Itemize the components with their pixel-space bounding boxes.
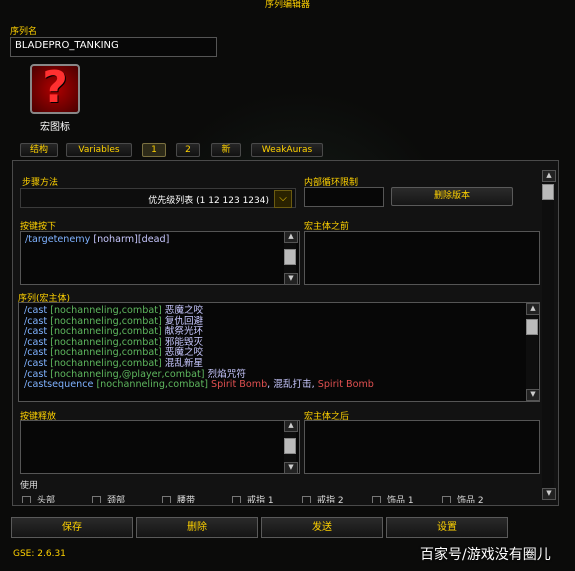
sequence-spell: 献祭光环 xyxy=(161,326,204,338)
sequence-condition: [nochanneling,@player,combat] xyxy=(47,368,205,380)
scroll-thumb[interactable] xyxy=(542,184,554,200)
sequence-condition: [nochanneling,combat] xyxy=(47,347,162,359)
question-mark-icon: ? xyxy=(42,62,68,113)
tab-new[interactable]: 新 xyxy=(211,143,241,157)
use-slot-label: 戒指 1 xyxy=(247,496,274,503)
sequence-lines: /cast [nochanneling,combat] 恶魔之咬/cast [n… xyxy=(24,305,534,380)
sequence-line: /castsequence [nochanneling,combat] Spir… xyxy=(24,379,534,391)
keypress-line: /targetenemy [noharm][dead] xyxy=(25,234,295,246)
scroll-down-icon[interactable]: ▼ xyxy=(284,462,298,474)
sequence-command: /castsequence xyxy=(24,379,94,391)
step-method-label: 步骤方法 xyxy=(22,178,59,188)
keyrelease-editor[interactable] xyxy=(20,420,300,474)
tab-structure[interactable]: 结构 xyxy=(20,143,58,157)
scroll-down-icon[interactable]: ▼ xyxy=(284,273,298,285)
use-slot-checkbox[interactable]: 戒指 1 xyxy=(232,493,302,503)
keypress-command: /targetenemy xyxy=(25,234,91,245)
sequence-condition: [nochanneling,combat] xyxy=(47,357,162,369)
use-slot-checkbox[interactable]: 腰带 xyxy=(162,493,232,503)
tab-weakauras[interactable]: WeakAuras xyxy=(251,143,323,157)
use-slot-label: 头部 xyxy=(37,496,56,503)
sequence-spell: 混乱新星 xyxy=(161,357,204,369)
sequence-spell: , 混乱打击, xyxy=(267,379,318,391)
checkbox-icon[interactable] xyxy=(372,496,381,503)
post-macro-editor[interactable] xyxy=(304,420,540,474)
macro-icon-button[interactable]: ? xyxy=(30,62,80,114)
sequence-name-value: BLADEPRO_TANKING xyxy=(15,40,119,51)
scroll-up-icon[interactable]: ▲ xyxy=(542,170,556,182)
step-method-dropdown[interactable]: 优先级列表 (1 12 123 1234) ⌵ xyxy=(20,188,296,208)
sequence-command: /cast xyxy=(24,326,48,338)
window-title: 序列编辑器 xyxy=(264,0,310,10)
macro-icon-label: 宏图标 xyxy=(40,122,70,133)
use-slots: 头部 颈部 腰带 戒指 1 戒指 2 饰品 1 饰品 2 xyxy=(22,493,538,503)
use-slot-label: 戒指 2 xyxy=(317,496,344,503)
use-label: 使用 xyxy=(20,481,39,491)
scroll-thumb[interactable] xyxy=(284,438,296,454)
sequence-condition: [nochanneling,combat] xyxy=(47,305,162,316)
scroll-down-icon[interactable]: ▼ xyxy=(542,488,556,500)
sequence-condition: [nochanneling,combat] xyxy=(47,326,162,338)
scroll-down-icon[interactable]: ▼ xyxy=(526,389,540,401)
sequence-spell: Spirit Bomb xyxy=(317,379,374,391)
sequence-command: /cast xyxy=(24,357,48,369)
pre-macro-editor[interactable] xyxy=(304,231,540,285)
sequence-spell: 烈焰咒符 xyxy=(204,368,246,380)
sequence-condition: [nochanneling,combat] xyxy=(93,379,208,391)
keypress-args: [noharm][dead] xyxy=(90,234,170,245)
tab-variables[interactable]: Variables xyxy=(66,143,132,157)
use-slot-label: 饰品 1 xyxy=(387,496,414,503)
use-slot-checkbox[interactable]: 戒指 2 xyxy=(302,493,372,503)
scroll-thumb[interactable] xyxy=(526,319,538,335)
use-slot-checkbox[interactable]: 颈部 xyxy=(92,493,162,503)
checkbox-icon[interactable] xyxy=(302,496,311,503)
checkbox-icon[interactable] xyxy=(22,496,31,503)
panel-scrollbar[interactable]: ▲ ▼ xyxy=(542,170,556,500)
watermark-text: 百家号/游戏没有圈儿 xyxy=(420,547,551,563)
save-button[interactable]: 保存 xyxy=(11,517,133,538)
tab-version-1[interactable]: 1 xyxy=(142,143,166,157)
step-method-value: 优先级列表 (1 12 123 1234) xyxy=(148,196,269,206)
scroll-up-icon[interactable]: ▲ xyxy=(526,303,540,315)
keypress-editor[interactable]: /targetenemy [noharm][dead] xyxy=(20,231,300,285)
use-slot-checkbox[interactable]: 饰品 1 xyxy=(372,493,442,503)
scroll-up-icon[interactable]: ▲ xyxy=(284,420,298,432)
settings-button[interactable]: 设置 xyxy=(386,517,508,538)
checkbox-icon[interactable] xyxy=(92,496,101,503)
sequence-command: /cast xyxy=(24,347,48,359)
sequence-spell: Spirit Bomb xyxy=(207,379,268,391)
delete-button[interactable]: 删除 xyxy=(136,517,258,538)
sequence-command: /cast xyxy=(24,315,48,327)
use-slot-label: 饰品 2 xyxy=(457,496,484,503)
sequence-name-input[interactable]: BLADEPRO_TANKING xyxy=(10,37,217,57)
version-label: GSE: 2.6.31 xyxy=(13,549,66,559)
loop-limit-input[interactable] xyxy=(304,187,384,207)
use-slot-label: 颈部 xyxy=(107,496,126,503)
scroll-thumb[interactable] xyxy=(284,249,296,265)
sequence-spell: 复仇回避 xyxy=(161,315,204,327)
send-button[interactable]: 发送 xyxy=(261,517,383,538)
scroll-up-icon[interactable]: ▲ xyxy=(284,231,298,243)
sequence-scrollbar[interactable]: ▲ ▼ xyxy=(526,303,540,401)
chevron-down-icon[interactable]: ⌵ xyxy=(274,190,292,208)
use-slot-checkbox[interactable]: 头部 xyxy=(22,493,92,503)
sequence-name-label: 序列名 xyxy=(10,27,38,37)
checkbox-icon[interactable] xyxy=(162,496,171,503)
tab-version-2[interactable]: 2 xyxy=(176,143,200,157)
sequence-command: /cast xyxy=(24,368,48,380)
checkbox-icon[interactable] xyxy=(442,496,451,503)
sequence-editor[interactable]: /cast [nochanneling,combat] 恶魔之咬/cast [n… xyxy=(18,302,540,402)
use-slot-label: 腰带 xyxy=(177,496,196,503)
checkbox-icon[interactable] xyxy=(232,496,241,503)
keypress-scrollbar[interactable]: ▲ ▼ xyxy=(284,231,298,285)
sequence-spell: 恶魔之咬 xyxy=(161,347,204,359)
sequence-spell: 恶魔之咬 xyxy=(161,305,204,316)
keyrelease-scrollbar[interactable]: ▲ ▼ xyxy=(284,420,298,474)
sequence-command: /cast xyxy=(24,305,48,316)
use-slot-checkbox[interactable]: 饰品 2 xyxy=(442,493,512,503)
sequence-condition: [nochanneling,combat] xyxy=(47,315,162,327)
delete-version-button[interactable]: 删除版本 xyxy=(391,187,513,206)
